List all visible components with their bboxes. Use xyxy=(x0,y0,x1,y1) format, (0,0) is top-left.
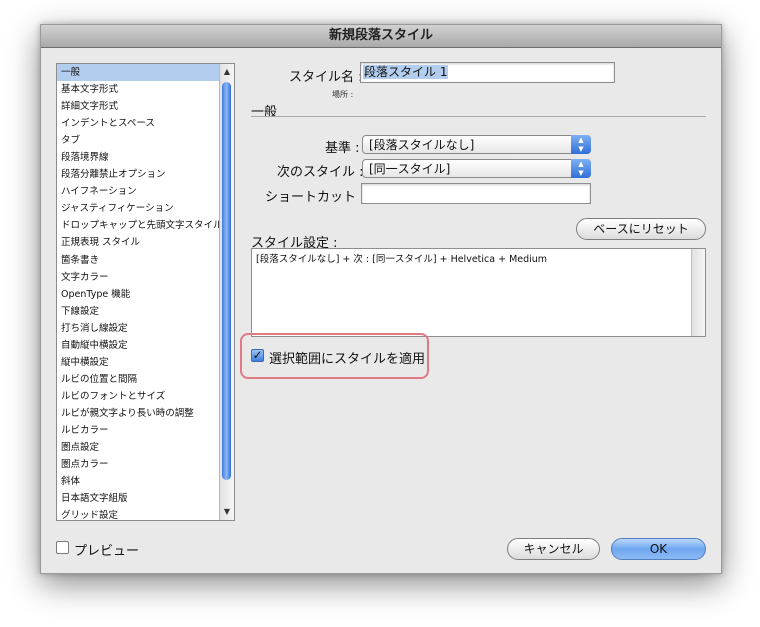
category-list-items: 一般 基本文字形式 詳細文字形式 インデントとスペース タブ 段落境界線 段落分離禁止オプシ… xyxy=(57,64,219,520)
sidebar-item[interactable]: 斜体 xyxy=(57,473,219,490)
sidebar-item[interactable]: ルビのフォントとサイズ xyxy=(57,388,219,405)
arrow-up-icon: ▲ xyxy=(578,136,584,144)
sidebar-item[interactable]: 箇条書き xyxy=(57,252,219,269)
sidebar-item[interactable]: ルビカラー xyxy=(57,422,219,439)
category-list-scrollbar[interactable]: ▲ ▼ xyxy=(219,64,234,520)
preview-label: プレビュー xyxy=(74,544,140,559)
shortcut-label: ショートカット : xyxy=(265,190,365,205)
style-settings-scrollbar[interactable] xyxy=(691,249,705,336)
based-on-value: [段落スタイルなし] xyxy=(369,138,475,152)
style-settings-text: [段落スタイルなし] + 次 : [同一スタイル] + Helvetica + … xyxy=(256,254,548,265)
sidebar-item[interactable]: 文字カラー xyxy=(57,269,219,286)
category-list[interactable]: 一般 基本文字形式 詳細文字形式 インデントとスペース タブ 段落境界線 段落分離禁止オプシ… xyxy=(56,63,235,521)
sidebar-item[interactable]: タブ xyxy=(57,132,219,149)
sidebar-item[interactable]: 段落分離禁止オプション xyxy=(57,166,219,183)
sidebar-item[interactable]: グリッド設定 xyxy=(57,507,219,520)
ok-button[interactable]: OK xyxy=(611,538,706,560)
reset-to-base-button[interactable]: ベースにリセット xyxy=(576,218,706,240)
sidebar-item[interactable]: 日本語文字組版 xyxy=(57,490,219,507)
sidebar-item[interactable]: 正規表現 スタイル xyxy=(57,234,219,251)
sidebar-item[interactable]: 詳細文字形式 xyxy=(57,98,219,115)
sidebar-item[interactable]: ハイフネーション xyxy=(57,183,219,200)
next-style-select-arrow-icon[interactable]: ▲ ▼ xyxy=(571,159,591,178)
arrow-down-icon: ▼ xyxy=(578,145,584,153)
style-settings-summary: [段落スタイルなし] + 次 : [同一スタイル] + Helvetica + … xyxy=(251,248,706,337)
shortcut-field[interactable] xyxy=(361,183,591,204)
scroll-down-icon[interactable]: ▼ xyxy=(220,505,234,519)
based-on-select-arrow-icon[interactable]: ▲ ▼ xyxy=(571,135,591,154)
sidebar-item[interactable]: 圏点設定 xyxy=(57,439,219,456)
next-style-select[interactable]: [同一スタイル] ▲ ▼ xyxy=(362,159,591,178)
dialog-window: 新規段落スタイル 一般 基本文字形式 詳細文字形式 インデントとスペース タブ 段落境界線… xyxy=(40,24,722,574)
arrow-down-icon: ▼ xyxy=(578,169,584,177)
sidebar-item[interactable]: 縦中横設定 xyxy=(57,354,219,371)
scrollbar-thumb[interactable] xyxy=(222,82,231,480)
cancel-button[interactable]: キャンセル xyxy=(507,538,600,560)
based-on-label: 基準 : xyxy=(325,141,360,156)
style-name-label: スタイル名 : xyxy=(289,70,363,85)
style-name-value: 段落スタイル 1 xyxy=(363,65,449,79)
sidebar-item[interactable]: インデントとスペース xyxy=(57,115,219,132)
sidebar-item[interactable]: 下線設定 xyxy=(57,303,219,320)
sidebar-item[interactable]: ルビが親文字より長い時の調整 xyxy=(57,405,219,422)
preview-checkbox[interactable] xyxy=(56,541,69,554)
location-label: 場所 : xyxy=(332,90,354,99)
apply-style-checkbox[interactable]: ✓ xyxy=(251,349,264,362)
scroll-up-icon[interactable]: ▲ xyxy=(220,65,234,79)
sidebar-item[interactable]: ルビの位置と間隔 xyxy=(57,371,219,388)
sidebar-item[interactable]: 基本文字形式 xyxy=(57,81,219,98)
next-style-label: 次のスタイル : xyxy=(277,165,364,180)
arrow-up-icon: ▲ xyxy=(578,160,584,168)
sidebar-item[interactable]: 一般 xyxy=(57,64,219,82)
sidebar-item[interactable]: 打ち消し線設定 xyxy=(57,320,219,337)
section-title: 一般 xyxy=(251,105,278,120)
sidebar-item[interactable]: OpenType 機能 xyxy=(57,286,219,303)
sidebar-item[interactable]: 自動縦中横設定 xyxy=(57,337,219,354)
sidebar-item[interactable]: ドロップキャップと先頭文字スタイル xyxy=(57,217,219,234)
apply-style-label: 選択範囲にスタイルを適用 xyxy=(269,352,426,367)
sidebar-item[interactable]: 段落境界線 xyxy=(57,149,219,166)
check-mark-icon: ✓ xyxy=(252,348,263,362)
dialog-title: 新規段落スタイル xyxy=(41,25,721,48)
sidebar-item[interactable]: 圏点カラー xyxy=(57,456,219,473)
style-name-field[interactable]: 段落スタイル 1 xyxy=(360,62,615,83)
section-divider xyxy=(251,116,706,117)
sidebar-item[interactable]: ジャスティフィケーション xyxy=(57,200,219,217)
based-on-select[interactable]: [段落スタイルなし] ▲ ▼ xyxy=(362,135,591,154)
next-style-value: [同一スタイル] xyxy=(369,162,451,176)
